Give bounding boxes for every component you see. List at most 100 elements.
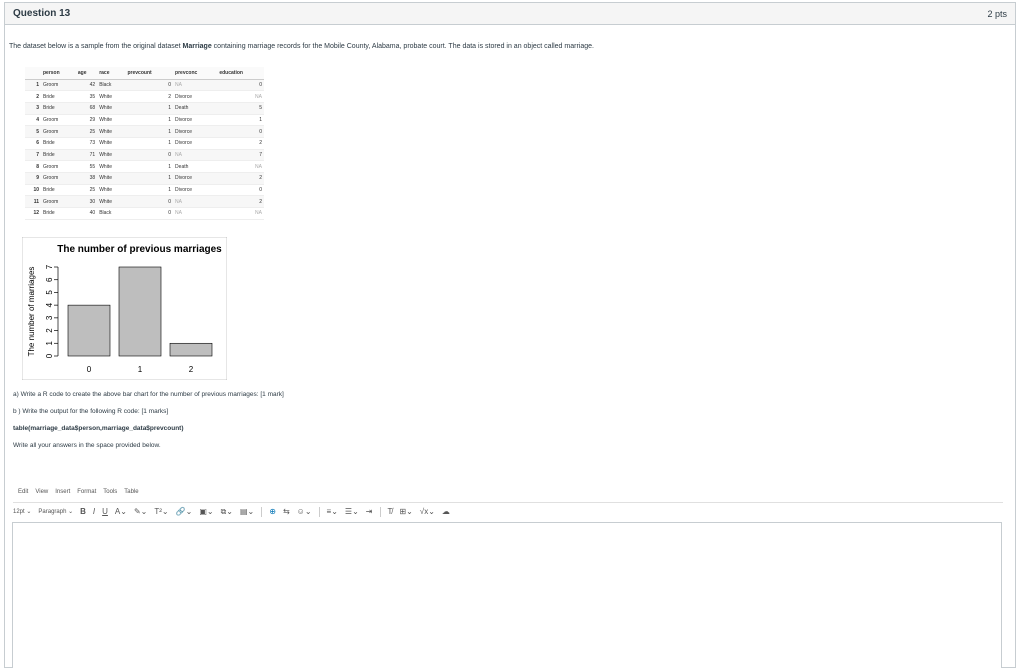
align-icon[interactable]: ≡⌄ bbox=[327, 507, 338, 516]
table-cell: Death bbox=[173, 160, 218, 173]
table-cell: 4 bbox=[25, 114, 41, 127]
font-size-value: 12pt bbox=[13, 508, 25, 515]
table-cell: White bbox=[97, 195, 126, 209]
table-cell: Divorce bbox=[173, 137, 218, 150]
table-cell: 30 bbox=[75, 195, 98, 209]
table-cell: 8 bbox=[25, 160, 41, 173]
table-row: 7 Bride 71 White 0 NA 7 bbox=[25, 149, 264, 162]
block-format-select[interactable]: Paragraph ⌄ bbox=[38, 508, 74, 516]
table-cell: 55 bbox=[75, 160, 98, 173]
table-cell: NA bbox=[173, 149, 218, 162]
table-cell: 7 bbox=[217, 149, 264, 162]
table-row: 11 Groom 30 White 0 NA 2 bbox=[25, 195, 264, 209]
equation-icon[interactable]: √x⌄ bbox=[420, 507, 435, 516]
table-header-cell[interactable]: prevconc bbox=[173, 67, 218, 80]
list-icon[interactable]: ☰⌄ bbox=[345, 507, 359, 516]
table-row: 1 Groom 42 Black 0 NA 0 bbox=[25, 79, 264, 92]
table-cell: 35 bbox=[75, 90, 98, 103]
table-cell: 5 bbox=[25, 125, 41, 138]
table-cell: Divorce bbox=[173, 172, 218, 185]
answer-editor[interactable] bbox=[12, 522, 1002, 668]
y-tick-label: 5 bbox=[45, 290, 54, 295]
link-icon[interactable]: 🔗⌄ bbox=[176, 507, 193, 516]
prompt-a: a) Write a R code to create the above ba… bbox=[13, 391, 284, 398]
table-cell: 25 bbox=[75, 184, 98, 197]
font-size-select[interactable]: 12pt ⌄ bbox=[13, 508, 31, 516]
indent-icon[interactable]: ⇥ bbox=[366, 507, 373, 516]
underline-icon[interactable]: U bbox=[102, 507, 108, 516]
bold-icon[interactable]: B bbox=[80, 507, 86, 516]
menu-item-view[interactable]: View bbox=[35, 489, 48, 495]
cloud-icon[interactable]: ☁ bbox=[442, 507, 450, 516]
table-header-cell[interactable] bbox=[25, 67, 41, 80]
table-cell: Divorce bbox=[173, 114, 218, 127]
table-cell: 1 bbox=[125, 114, 174, 127]
table-cell: 2 bbox=[217, 195, 264, 209]
table-header-cell[interactable]: person bbox=[41, 67, 76, 80]
embed-icon[interactable]: ⇆ bbox=[283, 507, 290, 516]
menu-item-insert[interactable]: Insert bbox=[55, 489, 70, 495]
table-cell: 1 bbox=[217, 114, 264, 127]
table-header-cell[interactable]: race bbox=[97, 67, 126, 80]
menu-item-edit[interactable]: Edit bbox=[18, 489, 28, 495]
table-cell: 0 bbox=[217, 184, 264, 197]
apps-icon[interactable]: ⊕ bbox=[269, 507, 276, 516]
table-row: 10 Bride 25 White 1 Divorce 0 bbox=[25, 184, 264, 197]
chevron-down-icon: ⌄ bbox=[68, 509, 74, 515]
y-tick-label: 7 bbox=[45, 264, 54, 269]
table-cell: 0 bbox=[125, 195, 174, 209]
table-cell: 38 bbox=[75, 172, 98, 185]
table-icon[interactable]: ⊞⌄ bbox=[399, 507, 412, 516]
text-color-icon[interactable]: A⌄ bbox=[115, 507, 127, 516]
table-row: 12 Bride 40 Black 0 NA NA bbox=[25, 207, 264, 220]
table-cell: NA bbox=[173, 207, 218, 220]
bar-chart: The number of previous marriages 0 1 2 3 4 5 6 7… bbox=[22, 237, 227, 380]
table-cell: 1 bbox=[125, 184, 174, 197]
table-cell: White bbox=[97, 114, 126, 127]
editor-toolbar: 12pt ⌄ Paragraph ⌄ B I U A⌄ ✎⌄ T²⌄ 🔗⌄ ▣⌄… bbox=[13, 502, 1003, 520]
image-icon[interactable]: ▣⌄ bbox=[199, 507, 213, 516]
table-header-cell[interactable]: education bbox=[217, 67, 264, 80]
table-cell: 3 bbox=[25, 102, 41, 115]
table-cell: Black bbox=[97, 207, 126, 220]
document-icon[interactable]: ▤⌄ bbox=[240, 507, 254, 516]
x-tick-label: 0 bbox=[87, 365, 92, 374]
table-cell: 2 bbox=[217, 137, 264, 150]
table-cell: 42 bbox=[75, 79, 98, 92]
italic-icon[interactable]: I bbox=[93, 507, 95, 516]
table-header-cell[interactable]: prevcount bbox=[125, 67, 174, 80]
table-cell: 5 bbox=[217, 102, 264, 115]
table-cell: 9 bbox=[25, 172, 41, 185]
table-cell: 0 bbox=[125, 79, 174, 92]
table-cell: 68 bbox=[75, 102, 98, 115]
table-cell: 73 bbox=[75, 137, 98, 150]
table-cell: NA bbox=[217, 90, 264, 103]
table-header-cell[interactable]: age bbox=[75, 67, 98, 80]
highlight-color-icon[interactable]: ✎⌄ bbox=[134, 507, 147, 516]
x-tick-label: 2 bbox=[189, 365, 194, 374]
toolbar-separator bbox=[379, 506, 381, 517]
intro-dataset-name: Marriage bbox=[182, 43, 212, 50]
table-cell: 11 bbox=[25, 195, 41, 209]
y-tick-label: 1 bbox=[45, 341, 54, 346]
accessibility-icon[interactable]: ☺⌄ bbox=[297, 507, 312, 516]
table-cell: Groom bbox=[41, 172, 76, 185]
table-cell: NA bbox=[217, 207, 264, 220]
table-cell: White bbox=[97, 184, 126, 197]
table-cell: White bbox=[97, 102, 126, 115]
media-icon[interactable]: ⧉⌄ bbox=[221, 507, 233, 517]
table-cell: 1 bbox=[125, 172, 174, 185]
table-cell: NA bbox=[173, 79, 218, 92]
superscript-icon[interactable]: T²⌄ bbox=[154, 507, 168, 516]
clear-format-icon[interactable]: T̸ bbox=[388, 507, 393, 516]
table-cell: White bbox=[97, 149, 126, 162]
table-cell: White bbox=[97, 172, 126, 185]
menu-item-table[interactable]: Table bbox=[124, 489, 138, 495]
menu-item-format[interactable]: Format bbox=[77, 489, 96, 495]
table-cell: 1 bbox=[125, 137, 174, 150]
toolbar-separator bbox=[318, 506, 320, 517]
table-cell: 0 bbox=[125, 207, 174, 220]
table-cell: 71 bbox=[75, 149, 98, 162]
menu-item-tools[interactable]: Tools bbox=[103, 489, 117, 495]
table-cell: 0 bbox=[217, 79, 264, 92]
